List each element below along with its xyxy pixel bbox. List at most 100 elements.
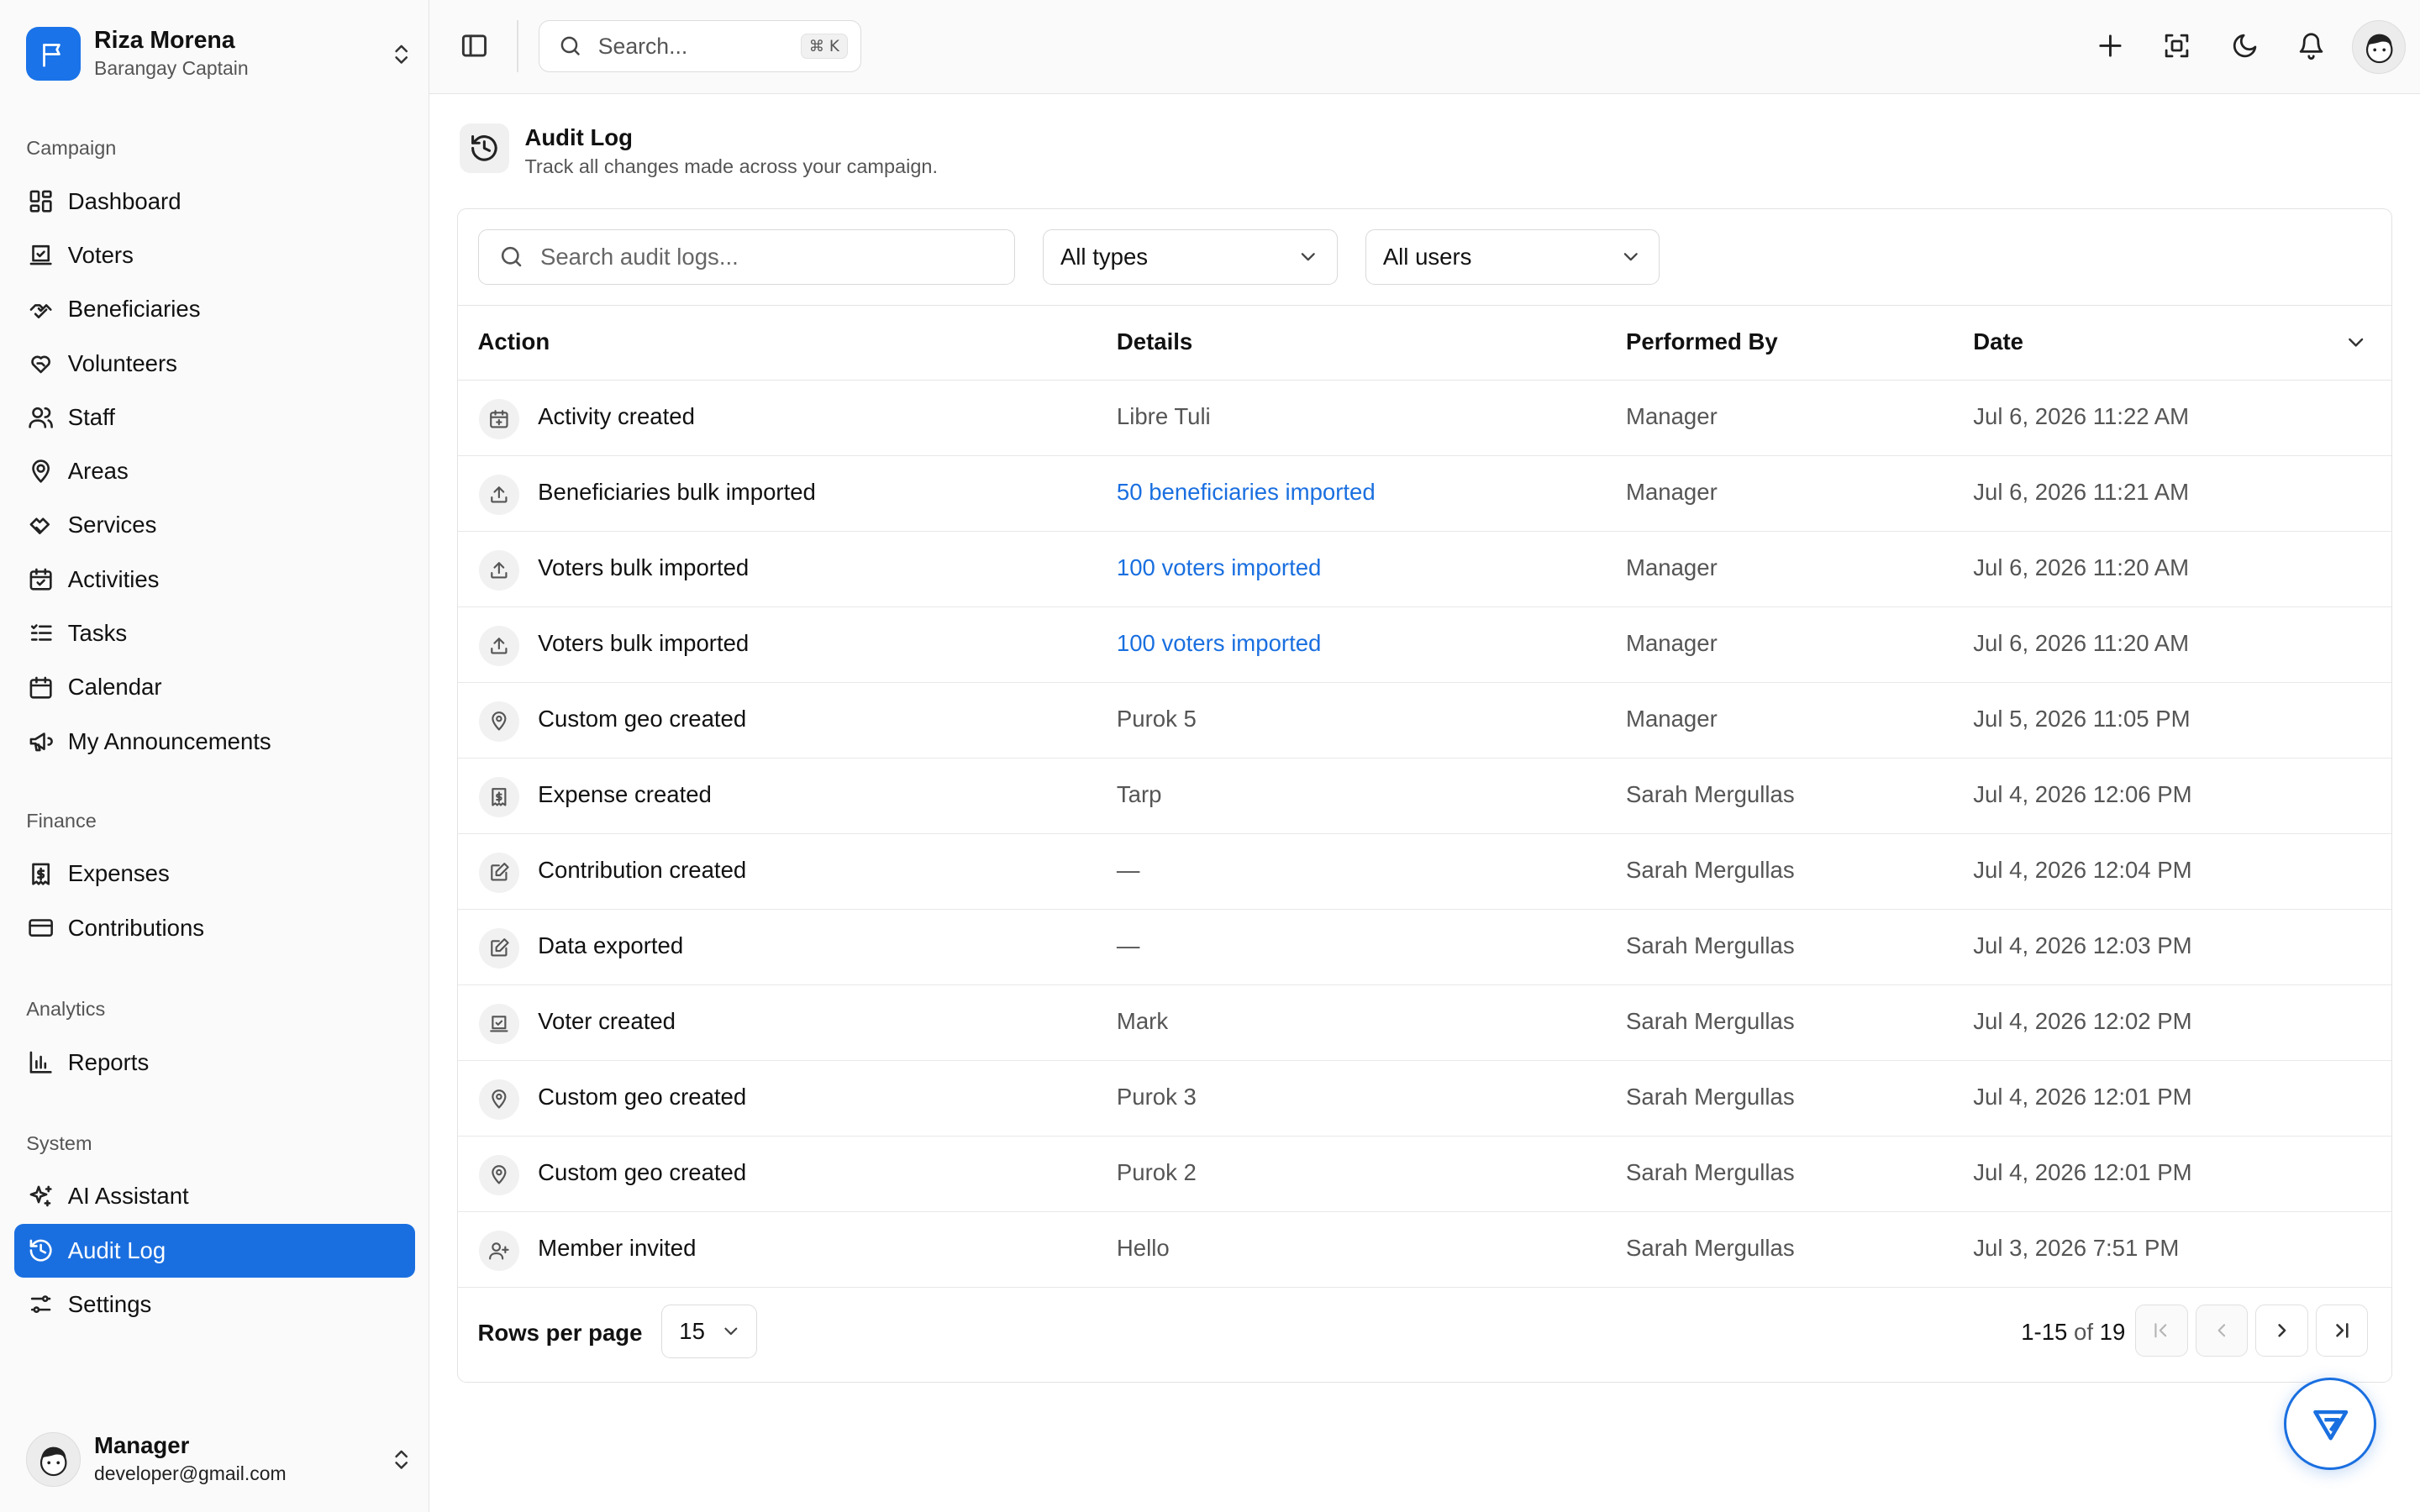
cell-details-link[interactable]: 100 voters imported [1117,554,1321,581]
audit-search-input[interactable]: Search audit logs... [477,228,1015,285]
sidebar-item-label: Reports [67,1048,150,1075]
rows-per-page-label: Rows per page [477,1320,643,1347]
user-filter-select[interactable]: All users [1365,228,1660,285]
assistant-fab-button[interactable] [2284,1378,2377,1471]
edit-icon [479,927,520,969]
user-filter-value: All users [1382,243,1472,270]
sidebar-item-contributions[interactable]: Contributions [14,901,416,955]
user-email: developer@gmail.com [94,1462,287,1484]
cell-details-link[interactable]: 50 beneficiaries imported [1117,479,1376,506]
sidebar-item-beneficiaries[interactable]: Beneficiaries [14,282,416,336]
sidebar-item-label: Audit Log [67,1236,166,1263]
sidebar-item-tasks[interactable]: Tasks [14,606,416,660]
table-row[interactable]: Custom geo created Purok 3 Sarah Mergullas… [457,1061,2391,1137]
list-check-icon [28,620,54,646]
cell-date: Jul 4, 2026 12:01 PM [1973,1159,2192,1186]
cell-details: Purok 5 [1116,706,1197,732]
sidebar-toggle-icon[interactable] [460,31,489,60]
profile-avatar[interactable] [2352,19,2407,75]
table-row[interactable]: Activity created Libre Tuli Manager Jul 6, … [457,381,2391,456]
next-page-button[interactable] [2255,1305,2308,1357]
sidebar-item-label: Expenses [67,860,170,887]
table-row[interactable]: Voters bulk imported 100 voters imported M… [457,532,2391,607]
nav-group-label-finance: Finance [26,810,97,832]
cell-details: Purok 2 [1116,1159,1197,1186]
table-row[interactable]: Beneficiaries bulk imported 50 beneficiar… [457,456,2391,532]
cell-date: Jul 4, 2026 12:03 PM [1973,932,2192,959]
page-total: 19 [2099,1318,2126,1345]
sort-chevron-down-icon[interactable] [2344,330,2368,354]
cell-performed-by: Manager [1626,403,1718,430]
sidebar-item-areas[interactable]: Areas [14,444,416,498]
cell-performed-by: Manager [1626,706,1718,732]
cell-performed-by: Sarah Mergullas [1626,1084,1795,1110]
sidebar-item-label: Contributions [67,914,205,941]
flag-icon [26,27,81,81]
sidebar-item-volunteers[interactable]: Volunteers [14,336,416,390]
sidebar-item-my-announcements[interactable]: My Announcements [14,714,416,768]
table-row[interactable]: Custom geo created Purok 5 Manager Jul 5, 2… [457,683,2391,759]
last-page-button[interactable] [2316,1305,2369,1357]
column-header-date[interactable]: Date [1973,328,2023,355]
page-range-value: 1-15 [2021,1318,2068,1345]
cell-action: Custom geo created [538,1084,747,1110]
page-subtitle: Track all changes made across your campa… [524,155,938,177]
table-row[interactable]: Member invited Hello Sarah Mergullas Jul 3,… [457,1212,2391,1288]
column-header-performed-by[interactable]: Performed By [1626,328,1778,355]
calendar-plus-icon [479,398,520,439]
cell-performed-by: Sarah Mergullas [1626,1235,1795,1262]
sidebar-item-calendar[interactable]: Calendar [14,660,416,714]
table-row[interactable]: Voters bulk imported 100 voters imported M… [457,607,2391,683]
upload-icon [479,474,520,515]
column-header-details[interactable]: Details [1117,328,1192,355]
edit-icon [479,852,520,893]
plus-icon[interactable] [2094,29,2127,62]
sidebar-item-label: Voters [67,241,134,268]
rows-per-page-select[interactable]: 15 [661,1305,757,1359]
sidebar-item-reports[interactable]: Reports [14,1035,416,1089]
workspace-switcher[interactable]: Riza Morena Barangay Captain [26,24,413,83]
dashboard-icon [28,188,54,214]
app-root: Riza Morena Barangay Captain Campaign Das… [0,0,2420,1512]
chevron-down-icon [724,1327,738,1336]
prev-page-button[interactable] [2195,1305,2249,1357]
table-row[interactable]: Contribution created — Sarah Mergullas Jul … [457,834,2391,910]
cell-action: Expense created [538,781,712,808]
cell-date: Jul 6, 2026 11:21 AM [1973,479,2190,506]
sidebar-item-dashboard[interactable]: Dashboard [14,175,416,228]
fullscreen-icon[interactable] [2160,29,2193,62]
column-header-action[interactable]: Action [478,328,550,355]
sidebar-item-activities[interactable]: Activities [14,553,416,606]
bell-icon[interactable] [2295,29,2328,62]
sidebar-item-services[interactable]: Services [14,498,416,552]
moon-icon[interactable] [2228,29,2261,62]
cell-action: Data exported [538,932,684,959]
table-row[interactable]: Expense created Tarp Sarah Mergullas Jul 4,… [457,759,2391,834]
global-search[interactable]: Search... ⌘ K [538,19,861,73]
nav-group-label-analytics: Analytics [26,998,106,1021]
table-row[interactable]: Data exported — Sarah Mergullas Jul 4, 2026… [457,910,2391,985]
cell-details-link[interactable]: 100 voters imported [1117,630,1321,657]
first-page-button[interactable] [2135,1305,2188,1357]
user-menu[interactable]: Manager developer@gmail.com [26,1429,413,1490]
cell-performed-by: Sarah Mergullas [1626,781,1795,808]
handshake-icon [28,297,54,323]
table-row[interactable]: Voter created Mark Sarah Mergullas Jul 4, 2… [457,985,2391,1061]
nav-group-label-system: System [26,1132,92,1155]
sidebar-item-voters[interactable]: Voters [14,228,416,282]
cell-action: Voters bulk imported [538,630,750,657]
sidebar-item-label: Tasks [67,619,128,646]
sidebar-item-staff[interactable]: Staff [14,391,416,444]
sidebar-item-audit-log[interactable]: Audit Log [13,1223,416,1278]
type-filter-select[interactable]: All types [1042,228,1338,285]
type-filter-value: All types [1060,243,1149,270]
page-header: Audit Log Track all changes made across … [460,123,938,182]
sidebar-item-expenses[interactable]: Expenses [14,847,416,900]
sidebar-item-label: Services [67,512,157,538]
cell-details: — [1116,932,1140,959]
sidebar-item-ai-assistant[interactable]: AI Assistant [14,1169,416,1223]
table-row[interactable]: Custom geo created Purok 2 Sarah Mergullas… [457,1137,2391,1212]
cell-action: Custom geo created [538,706,747,732]
sidebar-item-settings[interactable]: Settings [14,1278,416,1331]
workspace-role: Barangay Captain [94,57,249,80]
